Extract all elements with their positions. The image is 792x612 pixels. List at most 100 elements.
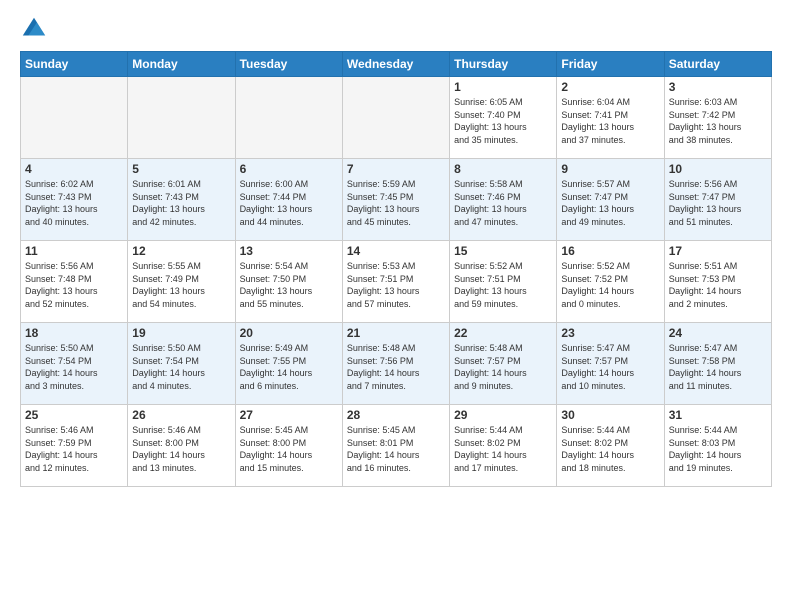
day-number: 9 bbox=[561, 162, 659, 176]
day-number: 20 bbox=[240, 326, 338, 340]
day-info: Sunrise: 5:56 AM Sunset: 7:48 PM Dayligh… bbox=[25, 260, 123, 310]
calendar-cell: 26 Sunrise: 5:46 AM Sunset: 8:00 PM Dayli… bbox=[128, 405, 235, 487]
day-number: 11 bbox=[25, 244, 123, 258]
calendar-cell: 21 Sunrise: 5:48 AM Sunset: 7:56 PM Dayli… bbox=[342, 323, 449, 405]
day-info: Sunrise: 5:54 AM Sunset: 7:50 PM Dayligh… bbox=[240, 260, 338, 310]
day-info: Sunrise: 5:52 AM Sunset: 7:51 PM Dayligh… bbox=[454, 260, 552, 310]
week-row-2: 4 Sunrise: 6:02 AM Sunset: 7:43 PM Daylig… bbox=[21, 159, 772, 241]
calendar-cell: 10 Sunrise: 5:56 AM Sunset: 7:47 PM Dayli… bbox=[664, 159, 771, 241]
calendar-cell: 12Sunrise: 5:55 AM Sunset: 7:49 PM Dayli… bbox=[128, 241, 235, 323]
week-row-4: 18 Sunrise: 5:50 AM Sunset: 7:54 PM Dayli… bbox=[21, 323, 772, 405]
day-info: Sunrise: 6:00 AM Sunset: 7:44 PM Dayligh… bbox=[240, 178, 338, 228]
weekday-header-thursday: Thursday bbox=[450, 52, 557, 77]
day-info: Sunrise: 5:48 AM Sunset: 7:56 PM Dayligh… bbox=[347, 342, 445, 392]
day-number: 21 bbox=[347, 326, 445, 340]
day-info: Sunrise: 5:58 AM Sunset: 7:46 PM Dayligh… bbox=[454, 178, 552, 228]
calendar-cell bbox=[235, 77, 342, 159]
calendar-cell: 31 Sunrise: 5:44 AM Sunset: 8:03 PM Dayli… bbox=[664, 405, 771, 487]
week-row-3: 11 Sunrise: 5:56 AM Sunset: 7:48 PM Dayli… bbox=[21, 241, 772, 323]
calendar-cell: 4 Sunrise: 6:02 AM Sunset: 7:43 PM Daylig… bbox=[21, 159, 128, 241]
day-info: Sunrise: 5:57 AM Sunset: 7:47 PM Dayligh… bbox=[561, 178, 659, 228]
calendar-cell: 27 Sunrise: 5:45 AM Sunset: 8:00 PM Dayli… bbox=[235, 405, 342, 487]
calendar-cell: 30 Sunrise: 5:44 AM Sunset: 8:02 PM Dayli… bbox=[557, 405, 664, 487]
calendar-cell bbox=[128, 77, 235, 159]
calendar-cell bbox=[21, 77, 128, 159]
calendar-cell: 2Sunrise: 6:04 AM Sunset: 7:41 PM Daylig… bbox=[557, 77, 664, 159]
day-info: Sunrise: 5:45 AM Sunset: 8:00 PM Dayligh… bbox=[240, 424, 338, 474]
day-number: 16 bbox=[561, 244, 659, 258]
day-number: 4 bbox=[25, 162, 123, 176]
day-number: 10 bbox=[669, 162, 767, 176]
day-info: Sunrise: 5:44 AM Sunset: 8:03 PM Dayligh… bbox=[669, 424, 767, 474]
day-info: Sunrise: 5:59 AM Sunset: 7:45 PM Dayligh… bbox=[347, 178, 445, 228]
calendar-cell: 18 Sunrise: 5:50 AM Sunset: 7:54 PM Dayli… bbox=[21, 323, 128, 405]
day-number: 1 bbox=[454, 80, 552, 94]
day-number: 7 bbox=[347, 162, 445, 176]
calendar-cell: 7 Sunrise: 5:59 AM Sunset: 7:45 PM Daylig… bbox=[342, 159, 449, 241]
day-number: 29 bbox=[454, 408, 552, 422]
calendar-cell: 24Sunrise: 5:47 AM Sunset: 7:58 PM Dayli… bbox=[664, 323, 771, 405]
calendar-cell: 25 Sunrise: 5:46 AM Sunset: 7:59 PM Dayli… bbox=[21, 405, 128, 487]
calendar-cell: 13 Sunrise: 5:54 AM Sunset: 7:50 PM Dayli… bbox=[235, 241, 342, 323]
weekday-header-row: SundayMondayTuesdayWednesdayThursdayFrid… bbox=[21, 52, 772, 77]
day-info: Sunrise: 5:52 AM Sunset: 7:52 PM Dayligh… bbox=[561, 260, 659, 310]
calendar-cell: 3 Sunrise: 6:03 AM Sunset: 7:42 PM Daylig… bbox=[664, 77, 771, 159]
calendar-cell: 5Sunrise: 6:01 AM Sunset: 7:43 PM Daylig… bbox=[128, 159, 235, 241]
calendar-cell: 9 Sunrise: 5:57 AM Sunset: 7:47 PM Daylig… bbox=[557, 159, 664, 241]
day-info: Sunrise: 5:53 AM Sunset: 7:51 PM Dayligh… bbox=[347, 260, 445, 310]
day-number: 31 bbox=[669, 408, 767, 422]
weekday-header-sunday: Sunday bbox=[21, 52, 128, 77]
day-info: Sunrise: 5:50 AM Sunset: 7:54 PM Dayligh… bbox=[132, 342, 230, 392]
calendar-cell: 1 Sunrise: 6:05 AM Sunset: 7:40 PM Daylig… bbox=[450, 77, 557, 159]
day-number: 13 bbox=[240, 244, 338, 258]
day-number: 24 bbox=[669, 326, 767, 340]
weekday-header-friday: Friday bbox=[557, 52, 664, 77]
day-info: Sunrise: 5:55 AM Sunset: 7:49 PM Dayligh… bbox=[132, 260, 230, 310]
calendar-cell: 14 Sunrise: 5:53 AM Sunset: 7:51 PM Dayli… bbox=[342, 241, 449, 323]
day-number: 2 bbox=[561, 80, 659, 94]
calendar-cell: 20 Sunrise: 5:49 AM Sunset: 7:55 PM Dayli… bbox=[235, 323, 342, 405]
day-info: Sunrise: 5:56 AM Sunset: 7:47 PM Dayligh… bbox=[669, 178, 767, 228]
day-number: 18 bbox=[25, 326, 123, 340]
day-info: Sunrise: 5:49 AM Sunset: 7:55 PM Dayligh… bbox=[240, 342, 338, 392]
day-number: 30 bbox=[561, 408, 659, 422]
day-info: Sunrise: 6:02 AM Sunset: 7:43 PM Dayligh… bbox=[25, 178, 123, 228]
calendar-cell: 23 Sunrise: 5:47 AM Sunset: 7:57 PM Dayli… bbox=[557, 323, 664, 405]
day-number: 23 bbox=[561, 326, 659, 340]
day-number: 25 bbox=[25, 408, 123, 422]
calendar-cell: 28Sunrise: 5:45 AM Sunset: 8:01 PM Dayli… bbox=[342, 405, 449, 487]
weekday-header-wednesday: Wednesday bbox=[342, 52, 449, 77]
header bbox=[20, 15, 772, 43]
day-number: 27 bbox=[240, 408, 338, 422]
calendar-cell bbox=[342, 77, 449, 159]
day-number: 6 bbox=[240, 162, 338, 176]
day-number: 5 bbox=[132, 162, 230, 176]
day-info: Sunrise: 5:51 AM Sunset: 7:53 PM Dayligh… bbox=[669, 260, 767, 310]
calendar-page: SundayMondayTuesdayWednesdayThursdayFrid… bbox=[0, 0, 792, 612]
day-info: Sunrise: 5:50 AM Sunset: 7:54 PM Dayligh… bbox=[25, 342, 123, 392]
day-info: Sunrise: 5:47 AM Sunset: 7:57 PM Dayligh… bbox=[561, 342, 659, 392]
day-number: 8 bbox=[454, 162, 552, 176]
calendar-cell: 17 Sunrise: 5:51 AM Sunset: 7:53 PM Dayli… bbox=[664, 241, 771, 323]
day-number: 19 bbox=[132, 326, 230, 340]
day-number: 3 bbox=[669, 80, 767, 94]
weekday-header-saturday: Saturday bbox=[664, 52, 771, 77]
day-number: 17 bbox=[669, 244, 767, 258]
day-info: Sunrise: 5:46 AM Sunset: 8:00 PM Dayligh… bbox=[132, 424, 230, 474]
day-number: 28 bbox=[347, 408, 445, 422]
calendar-table: SundayMondayTuesdayWednesdayThursdayFrid… bbox=[20, 51, 772, 487]
day-info: Sunrise: 5:44 AM Sunset: 8:02 PM Dayligh… bbox=[561, 424, 659, 474]
calendar-cell: 15Sunrise: 5:52 AM Sunset: 7:51 PM Dayli… bbox=[450, 241, 557, 323]
day-info: Sunrise: 6:05 AM Sunset: 7:40 PM Dayligh… bbox=[454, 96, 552, 146]
logo bbox=[20, 15, 52, 43]
calendar-cell: 11 Sunrise: 5:56 AM Sunset: 7:48 PM Dayli… bbox=[21, 241, 128, 323]
day-number: 14 bbox=[347, 244, 445, 258]
calendar-cell: 22Sunrise: 5:48 AM Sunset: 7:57 PM Dayli… bbox=[450, 323, 557, 405]
day-info: Sunrise: 6:03 AM Sunset: 7:42 PM Dayligh… bbox=[669, 96, 767, 146]
day-number: 26 bbox=[132, 408, 230, 422]
day-info: Sunrise: 5:46 AM Sunset: 7:59 PM Dayligh… bbox=[25, 424, 123, 474]
calendar-cell: 8 Sunrise: 5:58 AM Sunset: 7:46 PM Daylig… bbox=[450, 159, 557, 241]
week-row-5: 25 Sunrise: 5:46 AM Sunset: 7:59 PM Dayli… bbox=[21, 405, 772, 487]
weekday-header-monday: Monday bbox=[128, 52, 235, 77]
calendar-cell: 16 Sunrise: 5:52 AM Sunset: 7:52 PM Dayli… bbox=[557, 241, 664, 323]
